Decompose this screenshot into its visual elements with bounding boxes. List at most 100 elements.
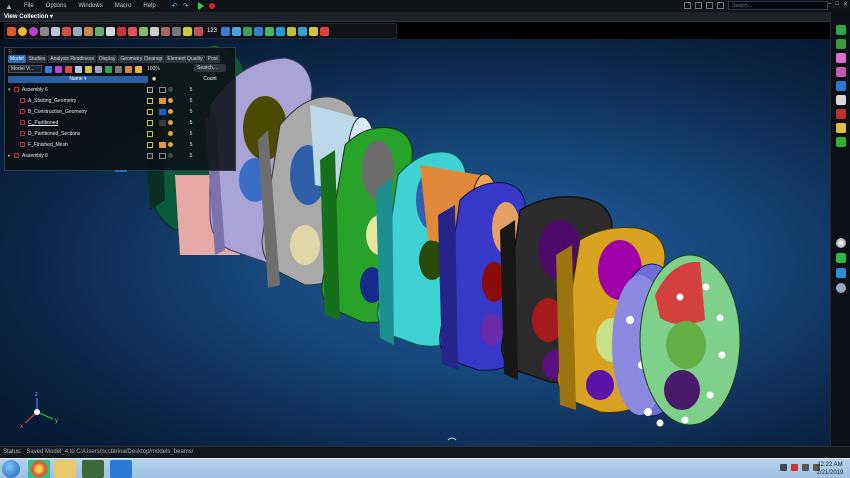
panel-resize-handle[interactable] (115, 170, 127, 172)
tab-post[interactable]: Post (205, 55, 220, 63)
tab-studies[interactable]: Studies (26, 55, 48, 63)
row-visibility-checkbox[interactable] (147, 152, 153, 159)
row-color-swatch[interactable] (159, 141, 166, 148)
tab-analysis-readiness[interactable]: Analysis Readiness (48, 55, 96, 63)
row-color-swatch[interactable] (159, 86, 166, 93)
stack-icon[interactable] (836, 253, 846, 263)
tab-display[interactable]: Display (96, 55, 118, 63)
post-tool-icon[interactable] (309, 26, 319, 36)
edit-tool-icon[interactable] (40, 26, 49, 36)
measure-tool-icon[interactable] (84, 26, 93, 36)
row-visibility-checkbox[interactable] (147, 108, 153, 115)
layers-icon[interactable] (836, 25, 846, 35)
row-visibility-checkbox[interactable] (147, 86, 153, 93)
view-settings-icon[interactable] (836, 283, 846, 293)
delete-tool-icon[interactable] (320, 26, 330, 36)
tab-model[interactable]: Model (8, 55, 26, 63)
defeature-tool-icon[interactable] (117, 26, 126, 36)
midsurface-tool-icon[interactable] (106, 26, 115, 36)
quality-tool-icon[interactable] (287, 26, 297, 36)
rotate-view-icon[interactable] (447, 437, 457, 441)
window-grid-icon[interactable] (717, 2, 724, 9)
play-icon[interactable] (198, 2, 205, 10)
mesh-tool-icon[interactable] (51, 26, 60, 36)
remove-tool-icon[interactable] (194, 26, 203, 36)
panel-search-button[interactable]: Search... (194, 64, 226, 72)
row-visibility-checkbox[interactable] (147, 97, 153, 104)
fill-tool-icon[interactable] (128, 26, 137, 36)
trim-tool-icon[interactable] (172, 26, 181, 36)
tray-network-icon[interactable] (802, 464, 809, 471)
3d-tool-icon[interactable] (243, 26, 253, 36)
lighting-icon[interactable] (836, 238, 846, 248)
property-icon[interactable] (836, 53, 846, 63)
filter-icon[interactable] (45, 65, 52, 73)
redo-icon[interactable]: ↷ (183, 2, 189, 10)
undo-icon[interactable]: ↶ (172, 2, 178, 10)
show-icon[interactable] (85, 65, 92, 73)
window-tile-icon[interactable] (706, 2, 713, 9)
tree-row[interactable]: F_Finished_Mesh 5 (8, 139, 232, 150)
tree-row[interactable]: A_Starting_Geometry 5 (8, 95, 232, 106)
patch-tool-icon[interactable] (161, 26, 170, 36)
analysis-tool-icon[interactable] (298, 26, 308, 36)
transform-tool-icon[interactable] (95, 26, 104, 36)
material-icon[interactable] (836, 67, 846, 77)
set-icon[interactable] (836, 95, 846, 105)
beam-tool-icon[interactable] (254, 26, 264, 36)
1d-tool-icon[interactable] (221, 26, 231, 36)
search-input[interactable] (728, 1, 828, 10)
hide-icon[interactable] (95, 65, 102, 73)
tree-row[interactable]: ▾ Assembly 6 5 (8, 84, 232, 95)
chrome-icon[interactable] (28, 460, 50, 478)
taskbar-app-icon[interactable] (82, 460, 104, 478)
surface-tool-icon[interactable] (29, 26, 38, 36)
tab-geometry-cleanup[interactable]: Geometry Cleanup (118, 55, 165, 63)
row-color-swatch[interactable] (159, 97, 166, 104)
row-color-swatch[interactable] (159, 119, 166, 126)
row-color-swatch[interactable] (159, 152, 166, 159)
highlight-icon[interactable] (135, 65, 142, 73)
load-tool-icon[interactable] (276, 26, 286, 36)
extend-tool-icon[interactable] (150, 26, 159, 36)
menu-macro[interactable]: Macro (109, 3, 138, 9)
menu-windows[interactable]: Windows (72, 3, 108, 9)
tray-security-icon[interactable] (791, 464, 798, 471)
row-visibility-checkbox[interactable] (147, 141, 153, 148)
columns-icon[interactable] (105, 65, 112, 73)
close-icon[interactable]: ✕ (843, 1, 848, 8)
row-color-swatch[interactable] (159, 130, 166, 137)
2d-tool-icon[interactable] (232, 26, 242, 36)
file-explorer-icon[interactable] (54, 460, 76, 478)
column-name-header[interactable]: Name ▾ (8, 76, 148, 83)
expand-icon[interactable] (75, 65, 82, 73)
geometry-tool-icon[interactable] (7, 26, 16, 36)
minimize-icon[interactable]: – (828, 1, 831, 8)
menu-options[interactable]: Options (40, 3, 73, 9)
chart-icon[interactable] (836, 123, 846, 133)
tray-expand-icon[interactable] (780, 464, 787, 471)
visibility-column-icon[interactable]: ◉ (148, 76, 160, 83)
load-collector-icon[interactable] (836, 109, 846, 119)
sphere-tool-icon[interactable] (18, 26, 27, 36)
cleanup-tool-icon[interactable] (62, 26, 71, 36)
row-color-swatch[interactable] (159, 108, 166, 115)
tree-row[interactable]: B_Construction_Geometry 5 (8, 106, 232, 117)
color-icon[interactable] (55, 65, 62, 73)
tree-row[interactable]: ▸ Assembly 8 5 (8, 150, 232, 161)
isolate-icon[interactable] (65, 65, 72, 73)
stop-icon[interactable] (209, 3, 216, 9)
window-layout-icon[interactable] (684, 2, 691, 9)
connector-tool-icon[interactable] (265, 26, 275, 36)
column-count-header[interactable]: Count (190, 76, 230, 83)
tree-row[interactable]: D_Partitioned_Sections 5 (8, 128, 232, 139)
view-collection-dropdown[interactable]: View Collection ▾ (4, 13, 53, 20)
plot-icon[interactable] (836, 137, 846, 147)
settings-icon[interactable] (115, 65, 122, 73)
clock[interactable]: 12:22 AM 2/21/2019 (812, 461, 848, 477)
zoom-level[interactable]: 100% (147, 66, 160, 72)
split-tool-icon[interactable] (73, 26, 82, 36)
row-visibility-checkbox[interactable] (147, 119, 153, 126)
menu-help[interactable]: Help (137, 3, 161, 9)
hypermesh-icon[interactable] (110, 460, 132, 478)
